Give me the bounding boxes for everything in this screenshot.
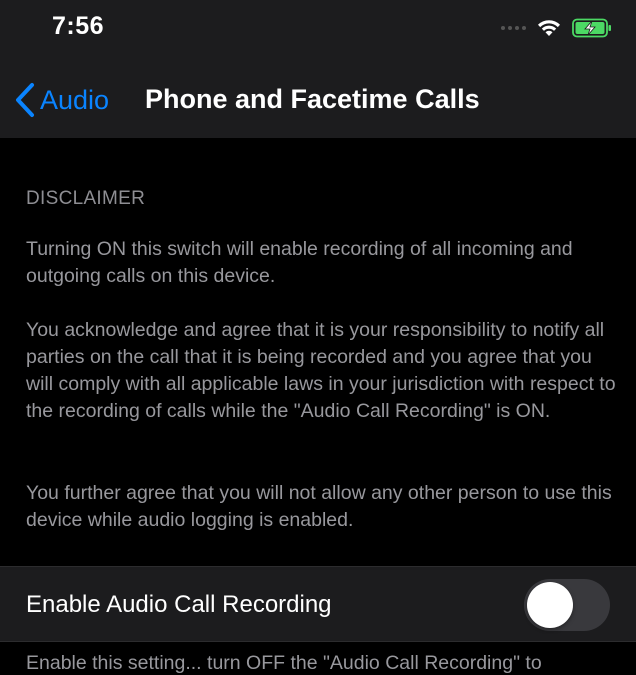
battery-charging-icon: [572, 18, 611, 38]
enable-recording-row[interactable]: Enable Audio Call Recording: [0, 566, 636, 642]
navigation-bar: Audio Phone and Facetime Calls: [0, 60, 636, 138]
disclaimer-paragraph-1: Turning ON this switch will enable recor…: [26, 238, 573, 287]
back-button[interactable]: Audio: [14, 80, 109, 120]
page-title: Phone and Facetime Calls: [145, 84, 480, 114]
chevron-left-icon: [16, 83, 34, 117]
cellular-signal-icon: [501, 26, 526, 30]
disclaimer-heading: DISCLAIMER: [26, 188, 146, 209]
enable-recording-switch[interactable]: [524, 579, 610, 631]
switch-knob: [527, 582, 573, 628]
status-time: 7:56: [52, 12, 105, 40]
disclaimer-section: DISCLAIMER Turning ON this switch will e…: [0, 138, 636, 566]
back-label[interactable]: Audio: [40, 85, 109, 116]
footer-note: Enable this setting... turn OFF the "Aud…: [26, 652, 542, 674]
disclaimer-paragraph-2: You acknowledge and agree that it is you…: [26, 319, 616, 422]
wifi-icon: [538, 20, 560, 36]
disclaimer-paragraph-3: You further agree that you will not allo…: [26, 482, 612, 531]
enable-recording-label: Enable Audio Call Recording: [26, 591, 332, 618]
status-bar: 7:56: [0, 0, 636, 60]
status-icons: [501, 16, 612, 40]
